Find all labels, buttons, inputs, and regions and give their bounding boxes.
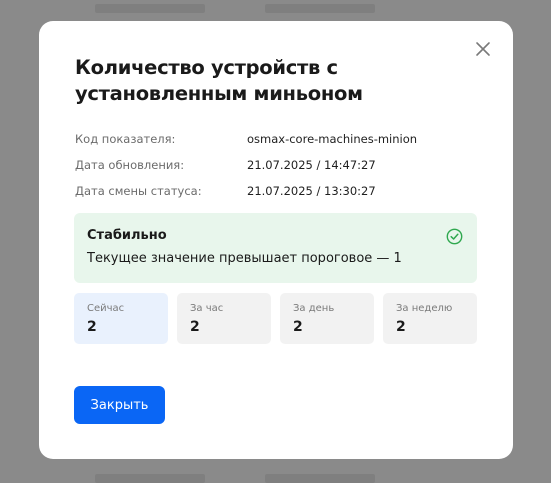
meta-label: Код показателя: bbox=[75, 132, 176, 146]
dialog-title: Количество устройств с установленным мин… bbox=[75, 56, 363, 105]
stat-label: За день bbox=[293, 303, 335, 314]
close-icon[interactable] bbox=[475, 41, 491, 57]
background-content bbox=[95, 474, 205, 483]
meta-label: Дата смены статуса: bbox=[75, 184, 202, 198]
background-content bbox=[95, 4, 205, 13]
stat-value: 2 bbox=[190, 319, 200, 335]
meta-value: osmax-core-machines-minion bbox=[247, 132, 418, 146]
meta-row-status-changed: Дата смены статуса: 21.07.2025 / 13:30:2… bbox=[75, 178, 477, 204]
meta-row-updated: Дата обновления: 21.07.2025 / 14:47:27 bbox=[75, 152, 477, 178]
background-content bbox=[265, 474, 375, 483]
stat-value: 2 bbox=[293, 319, 303, 335]
stat-day[interactable]: За день 2 bbox=[280, 293, 374, 344]
stats-row: Сейчас 2 За час 2 За день 2 За неделю 2 bbox=[74, 293, 477, 344]
meta-label: Дата обновления: bbox=[75, 158, 185, 172]
meta-value: 21.07.2025 / 14:47:27 bbox=[247, 158, 376, 172]
stat-hour[interactable]: За час 2 bbox=[177, 293, 271, 344]
stat-label: За неделю bbox=[396, 303, 453, 314]
close-button[interactable]: Закрыть bbox=[74, 386, 165, 424]
status-panel: Стабильно Текущее значение превышает пор… bbox=[74, 213, 477, 283]
background-content bbox=[265, 4, 375, 13]
status-description: Текущее значение превышает пороговое — 1 bbox=[87, 251, 402, 266]
indicator-meta-list: Код показателя: osmax-core-machines-mini… bbox=[75, 126, 477, 204]
check-circle-icon bbox=[446, 228, 463, 245]
stat-value: 2 bbox=[87, 319, 97, 335]
stat-value: 2 bbox=[396, 319, 406, 335]
meta-row-code: Код показателя: osmax-core-machines-mini… bbox=[75, 126, 477, 152]
meta-value: 21.07.2025 / 13:30:27 bbox=[247, 184, 376, 198]
stat-label: За час bbox=[190, 303, 224, 314]
stat-label: Сейчас bbox=[87, 303, 125, 314]
indicator-details-dialog: Количество устройств с установленным мин… bbox=[39, 21, 513, 459]
stat-now[interactable]: Сейчас 2 bbox=[74, 293, 168, 344]
status-title: Стабильно bbox=[87, 228, 167, 243]
stat-week[interactable]: За неделю 2 bbox=[383, 293, 477, 344]
